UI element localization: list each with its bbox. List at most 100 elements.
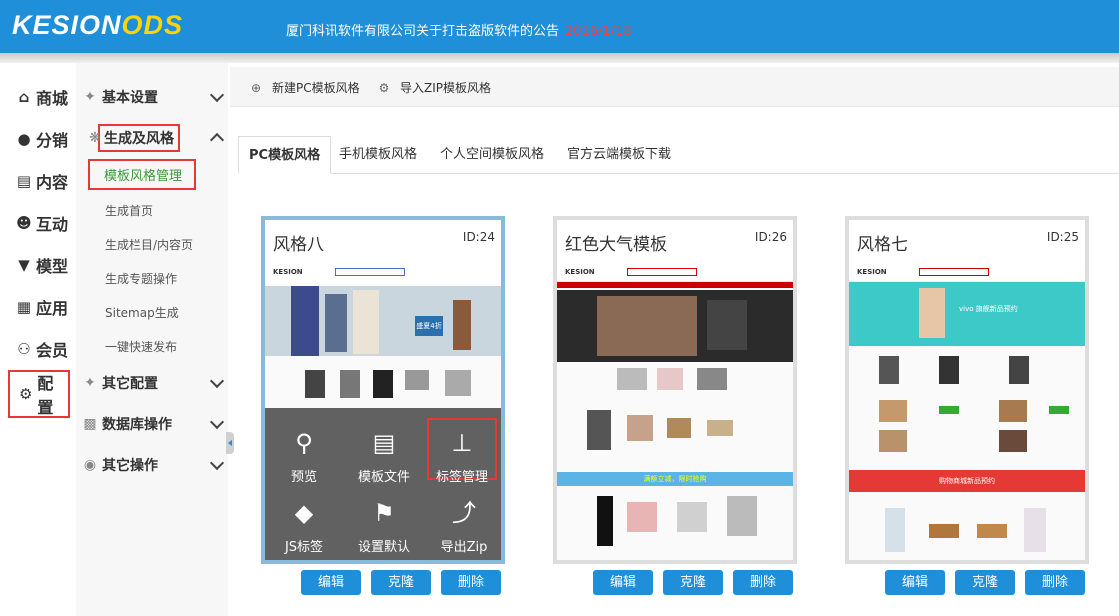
export-icon: ⤴ (452, 499, 476, 527)
template-thumbnail[interactable]: KESION vivo 旗舰新品预约 购物商城新品预约 (849, 260, 1085, 560)
action-label: 模板文件 (357, 470, 410, 485)
group-database[interactable]: ▩ 数据库操作 (82, 409, 228, 439)
group-label: 数据库操作 (102, 417, 172, 433)
thumb-hero-text: vivo 旗舰新品预约 (959, 305, 1018, 313)
import-zip-button[interactable]: ⚙ 导入ZIP模板风格 (376, 79, 491, 96)
thumb-goods (557, 368, 793, 398)
clone-button[interactable]: 克隆 (371, 570, 431, 595)
tab-mobile-template[interactable]: 手机模板风格 (329, 136, 427, 174)
plus-circle-icon: ⊕ (250, 80, 262, 95)
location-icon: ◉ (83, 457, 97, 473)
subnav-generate-topic[interactable]: 生成专题操作 (105, 270, 177, 287)
thumb-search (627, 268, 697, 276)
action-label: 标签管理 (435, 470, 488, 485)
thumb-hero: vivo 旗舰新品预约 (849, 282, 1085, 346)
nav-item-members[interactable]: ⚇ 会员 (8, 329, 74, 369)
template-card[interactable]: 红色大气模板 ID:26 KESION 满额立减，限时抢购 (553, 216, 797, 564)
thumb-products-2 (849, 504, 1085, 560)
subnav-template-style-manage[interactable]: 模板风格管理 (88, 159, 197, 190)
nav-item-config[interactable]: ⚙ 配置 (8, 370, 70, 418)
thumb-promo: 满额立减，限时抢购 (557, 472, 793, 486)
sidebar-collapse-toggle[interactable] (226, 432, 234, 454)
clone-button[interactable]: 克隆 (663, 570, 723, 595)
filter-icon: ▼ (18, 256, 30, 274)
delete-button[interactable]: 删除 (733, 570, 793, 595)
card-title: 风格八 (273, 235, 324, 255)
new-pc-template-button[interactable]: ⊕ 新建PC模板风格 (248, 79, 360, 96)
search-icon: ⚲ (295, 429, 313, 457)
group-label: 基本设置 (102, 90, 158, 106)
thumb-hero-text: 盛夏4折 (415, 316, 443, 336)
delete-button[interactable]: 删除 (1025, 570, 1085, 595)
wechat-icon: ● (17, 130, 31, 148)
tag-icon: ◆ (294, 499, 314, 527)
group-generate-style[interactable]: ❋ 生成及风格 (82, 123, 228, 153)
nav-label: 会员 (36, 341, 69, 360)
thumb-search (335, 268, 405, 276)
delete-button[interactable]: 删除 (441, 570, 501, 595)
thumb-goods (849, 352, 1085, 392)
nav-item-interaction[interactable]: ☻ 互动 (8, 203, 74, 243)
nav-label: 互动 (36, 215, 69, 234)
card-id: ID:26 (754, 230, 787, 244)
template-tabs: PC模板风格 手机模板风格 个人空间模板风格 官方云端模板下载 (238, 136, 1119, 174)
gears-icon: ⚙ (378, 80, 390, 95)
brand-logo[interactable]: KESIONODS (12, 10, 183, 41)
thumb-logo: KESION (857, 268, 887, 276)
tab-pc-template[interactable]: PC模板风格 (238, 136, 332, 174)
template-files-action[interactable]: ▤ 模板文件 (349, 428, 419, 485)
edit-button[interactable]: 编辑 (301, 570, 361, 595)
group-label: 生成及风格 (98, 124, 180, 152)
subnav-sitemap[interactable]: Sitemap生成 (105, 304, 179, 321)
group-basic-settings[interactable]: ✦ 基本设置 (82, 82, 228, 112)
nav-item-mall[interactable]: ⌂ 商城 (8, 77, 74, 117)
subnav-generate-home[interactable]: 生成首页 (105, 202, 153, 219)
member-icon: ⚇ (17, 340, 31, 358)
header-shadow (0, 53, 1119, 63)
action-label: 预览 (290, 470, 317, 485)
group-other-config[interactable]: ✦ 其它配置 (82, 368, 228, 398)
nav-item-content[interactable]: ▤ 内容 (8, 161, 74, 201)
js-tag-action[interactable]: ◆ JS标签 (269, 498, 339, 555)
card-title: 红色大气模板 (565, 235, 667, 255)
action-label: 导出Zip (440, 540, 488, 555)
thumb-header: KESION (557, 260, 793, 282)
nav-label: 商城 (36, 89, 69, 108)
template-thumbnail[interactable]: KESION 满额立减，限时抢购 (557, 260, 793, 560)
nav-item-model[interactable]: ▼ 模型 (8, 245, 74, 285)
nav-item-distribution[interactable]: ● 分销 (8, 119, 74, 159)
announcement-text: 厦门科讯软件有限公司关于打击盗版软件的公告 (286, 24, 560, 39)
chevron-down-icon (209, 87, 225, 103)
nav-label: 应用 (36, 299, 69, 318)
button-label: 新建PC模板风格 (272, 81, 360, 95)
tag-manage-action[interactable]: ⊥ 标签管理 (427, 418, 497, 485)
group-other-operations[interactable]: ◉ 其它操作 (82, 450, 228, 480)
tab-space-template[interactable]: 个人空间模板风格 (430, 136, 554, 174)
nav-label: 配置 (37, 374, 54, 417)
thumb-products (265, 370, 501, 410)
action-label: JS标签 (284, 540, 324, 555)
template-card[interactable]: 风格八 ID:24 KESION 盛夏4折 ⚲ 预览 ▤ 模板文件 ⊥ 标签管理 ◆ J… (261, 216, 505, 564)
template-card[interactable]: 风格七 ID:25 KESION vivo 旗舰新品预约 购物商城新品预约 (845, 216, 1089, 564)
preview-action[interactable]: ⚲ 预览 (269, 428, 339, 485)
grid-icon: ▦ (16, 298, 32, 316)
clone-button[interactable]: 克隆 (955, 570, 1015, 595)
card-title: 风格七 (857, 235, 908, 255)
wrench-icon: ✦ (84, 89, 96, 105)
tab-cloud-download[interactable]: 官方云端模板下载 (557, 136, 681, 174)
subnav-generate-column[interactable]: 生成栏目/内容页 (105, 236, 193, 253)
set-default-action[interactable]: ⚑ 设置默认 (349, 498, 419, 555)
nav-item-apps[interactable]: ▦ 应用 (8, 287, 74, 327)
edit-button[interactable]: 编辑 (593, 570, 653, 595)
chevron-up-icon (209, 132, 225, 148)
chevron-down-icon (209, 455, 225, 471)
export-zip-action[interactable]: ⤴ 导出Zip (429, 498, 499, 555)
card-id: ID:25 (1046, 230, 1079, 244)
subnav-quick-publish[interactable]: 一键快速发布 (105, 338, 177, 355)
announcement-link[interactable]: 厦门科讯软件有限公司关于打击盗版软件的公告 2016/1/18 (286, 20, 632, 39)
thumb-products-2 (557, 492, 793, 552)
thumb-hero (557, 290, 793, 362)
edit-button[interactable]: 编辑 (885, 570, 945, 595)
cog-icon: ❋ (89, 130, 101, 146)
nav-label: 模型 (36, 257, 69, 276)
